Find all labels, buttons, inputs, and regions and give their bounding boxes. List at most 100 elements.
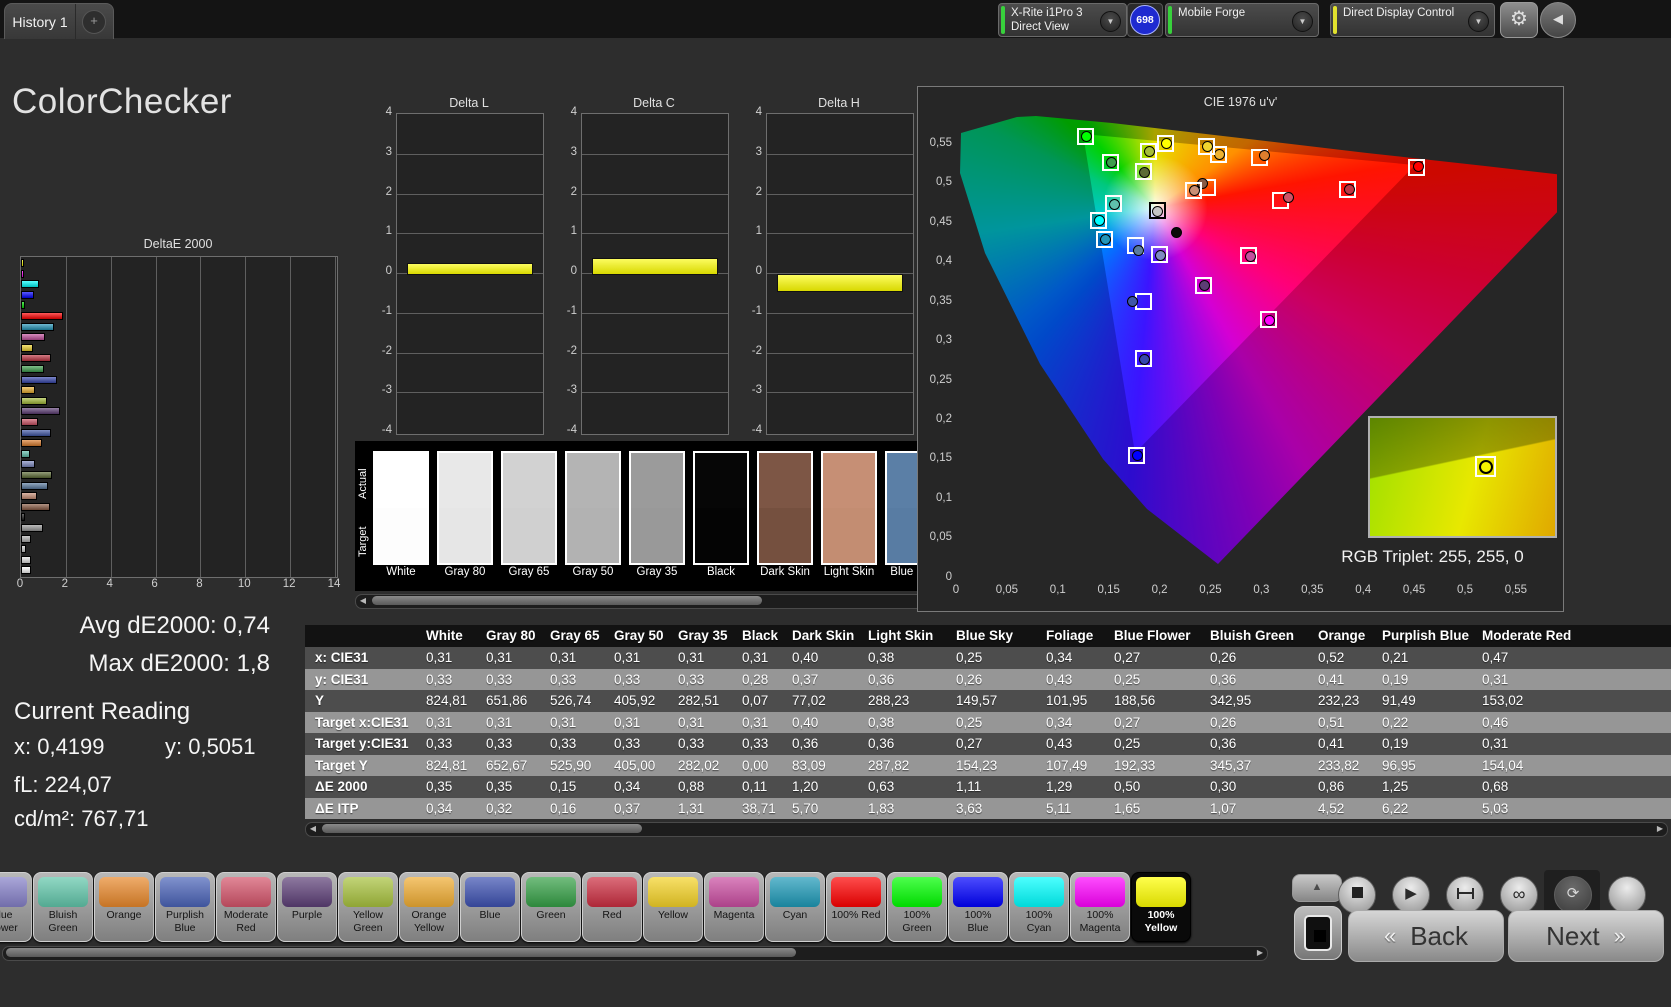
- strip-swatch-label: Gray 80: [444, 566, 486, 578]
- history-tab-group: History 1 +: [4, 3, 114, 39]
- patch-button-purple[interactable]: Purple: [277, 872, 337, 942]
- cie-y-tick-label: 0,25: [929, 373, 952, 386]
- back-button[interactable]: « Back: [1348, 910, 1504, 962]
- deltae-bar-blue-flower: [21, 460, 35, 469]
- add-tab-button[interactable]: +: [82, 9, 106, 34]
- table-scrollbar-thumb[interactable]: [322, 824, 642, 833]
- strip-swatch-gray-65: [501, 451, 557, 565]
- current-cdm2-value: cd/m²: 767,71: [14, 806, 149, 831]
- patch-button-100-green[interactable]: 100% Green: [887, 872, 947, 942]
- continuous-measure-button[interactable]: ∞: [1500, 876, 1538, 914]
- patch-button-blue-flower[interactable]: BlueFlower: [0, 872, 32, 942]
- swatch-actual: [503, 453, 555, 508]
- patch-row-scrollbar-thumb[interactable]: [6, 948, 796, 957]
- table-header-Purplish Blue: Purplish Blue: [1382, 628, 1470, 643]
- strip-scrollbar[interactable]: ◀ ▶: [355, 594, 957, 609]
- swatch-target: [759, 508, 811, 563]
- y-tick-label: -1: [566, 304, 577, 317]
- patch-button-magenta[interactable]: Magenta: [704, 872, 764, 942]
- patch-button-orange-yellow[interactable]: Orange Yellow: [399, 872, 459, 942]
- gridline: [582, 392, 728, 394]
- refresh-button[interactable]: ⟳: [1554, 876, 1592, 914]
- y-tick-label: 4: [385, 106, 392, 118]
- x-tick-label: 8: [196, 578, 203, 590]
- stop-button[interactable]: [1338, 876, 1376, 914]
- scroll-right-icon[interactable]: ▶: [1253, 947, 1267, 958]
- rgb-triplet-label: RGB Triplet: 255, 255, 0: [1341, 547, 1524, 566]
- meter-dropdown-mobile-forge[interactable]: Mobile Forge ▼: [1165, 3, 1319, 37]
- table-header-Light Skin: Light Skin: [868, 628, 934, 643]
- gridline: [767, 312, 913, 314]
- patch-color: [709, 877, 759, 907]
- extra-transport-button[interactable]: [1608, 876, 1646, 914]
- table-cell: 0,34: [1046, 650, 1073, 665]
- table-cell: 0,37: [792, 671, 819, 687]
- tab-history-1[interactable]: History 1: [5, 14, 75, 30]
- collapse-panel-icon[interactable]: ◀: [1540, 2, 1576, 38]
- row-label: Target Y: [315, 757, 368, 773]
- scroll-right-icon[interactable]: ▶: [1653, 823, 1667, 834]
- table-cell: 0,31: [426, 650, 453, 665]
- meter-dropdown-xrite[interactable]: X-Rite i1Pro 3 Direct View ▼: [998, 3, 1127, 37]
- patch-button-100-blue[interactable]: 100% Blue: [948, 872, 1008, 942]
- patch-button-yellow-green[interactable]: Yellow Green: [338, 872, 398, 942]
- meter-dropdown-display-control[interactable]: Direct Display Control ▼: [1330, 3, 1495, 37]
- play-button[interactable]: ▶: [1392, 876, 1430, 914]
- expand-patch-list-button[interactable]: ▲: [1292, 874, 1342, 902]
- table-cell: 1,11: [956, 779, 982, 794]
- cie-x-tick-label: 0,3: [1253, 584, 1270, 596]
- next-button[interactable]: Next »: [1508, 910, 1664, 962]
- deltae-bar-100-red: [21, 312, 64, 320]
- patch-label: Purple: [291, 909, 323, 921]
- table-header-Foliage: Foliage: [1046, 628, 1094, 643]
- y-tick-label: 0: [755, 265, 762, 277]
- table-cell: 0,07: [742, 693, 769, 708]
- patch-button-green[interactable]: Green: [521, 872, 581, 942]
- table-cell: 0,31: [486, 650, 513, 665]
- chevron-down-icon[interactable]: ▼: [1100, 11, 1121, 32]
- chevron-down-icon[interactable]: ▼: [1292, 11, 1313, 32]
- chevron-down-icon[interactable]: ▼: [1468, 11, 1489, 32]
- cie-measured-dot-red: [1343, 184, 1355, 196]
- gridline: [582, 233, 728, 235]
- table-cell: 0,21: [1382, 650, 1409, 665]
- deltae-bar-dark-skin: [21, 502, 50, 511]
- scroll-left-icon[interactable]: ◀: [356, 595, 370, 606]
- table-header-Gray 50: Gray 50: [614, 628, 664, 643]
- gridline: [397, 392, 543, 394]
- meter-label: Direct Display Control: [1343, 7, 1455, 19]
- patch-button-red[interactable]: Red: [582, 872, 642, 942]
- gridline: [582, 352, 728, 354]
- patch-button-100-cyan[interactable]: 100% Cyan: [1009, 872, 1069, 942]
- step-measure-button[interactable]: [1446, 876, 1484, 914]
- y-tick-label: 4: [755, 106, 762, 118]
- patch-color: [343, 877, 393, 907]
- table-scrollbar[interactable]: ◀ ▶: [305, 822, 1668, 837]
- gridline: [767, 392, 913, 394]
- table-cell: 0,31: [614, 650, 641, 665]
- table-cell: 0,40: [792, 650, 819, 665]
- gridline: [290, 257, 292, 577]
- patch-row-scrollbar[interactable]: ▶: [2, 946, 1268, 961]
- patch-button-100-magenta[interactable]: 100% Magenta: [1070, 872, 1130, 942]
- y-tick-label: 3: [385, 145, 392, 158]
- meter-line2: Direct View: [1011, 21, 1069, 33]
- patch-button-orange[interactable]: Orange: [94, 872, 154, 942]
- gear-icon[interactable]: ⚙: [1500, 2, 1538, 38]
- patch-button-yellow[interactable]: Yellow: [643, 872, 703, 942]
- cie-diagram-panel: CIE 1976 u'v' RGB Triplet: 255, 255, 0 0…: [917, 86, 1564, 612]
- strip-scrollbar-thumb[interactable]: [372, 596, 762, 605]
- patch-button-blue[interactable]: Blue: [460, 872, 520, 942]
- patch-button-100-red[interactable]: 100% Red: [826, 872, 886, 942]
- patch-button-cyan[interactable]: Cyan: [765, 872, 825, 942]
- strip-swatch-white: [373, 451, 429, 565]
- patch-button-purplish-blue[interactable]: Purplish Blue: [155, 872, 215, 942]
- pattern-window-icon: [1304, 915, 1332, 951]
- patch-button-moderate-red[interactable]: Moderate Red: [216, 872, 276, 942]
- patch-button-bluish-green[interactable]: Bluish Green: [33, 872, 93, 942]
- pattern-window-button[interactable]: [1294, 906, 1342, 960]
- cie-x-tick-label: 0: [952, 584, 960, 596]
- scroll-left-icon[interactable]: ◀: [306, 823, 320, 834]
- patch-button-100-yellow[interactable]: 100% Yellow: [1131, 872, 1191, 942]
- strip-swatch-gray-50: [565, 451, 621, 565]
